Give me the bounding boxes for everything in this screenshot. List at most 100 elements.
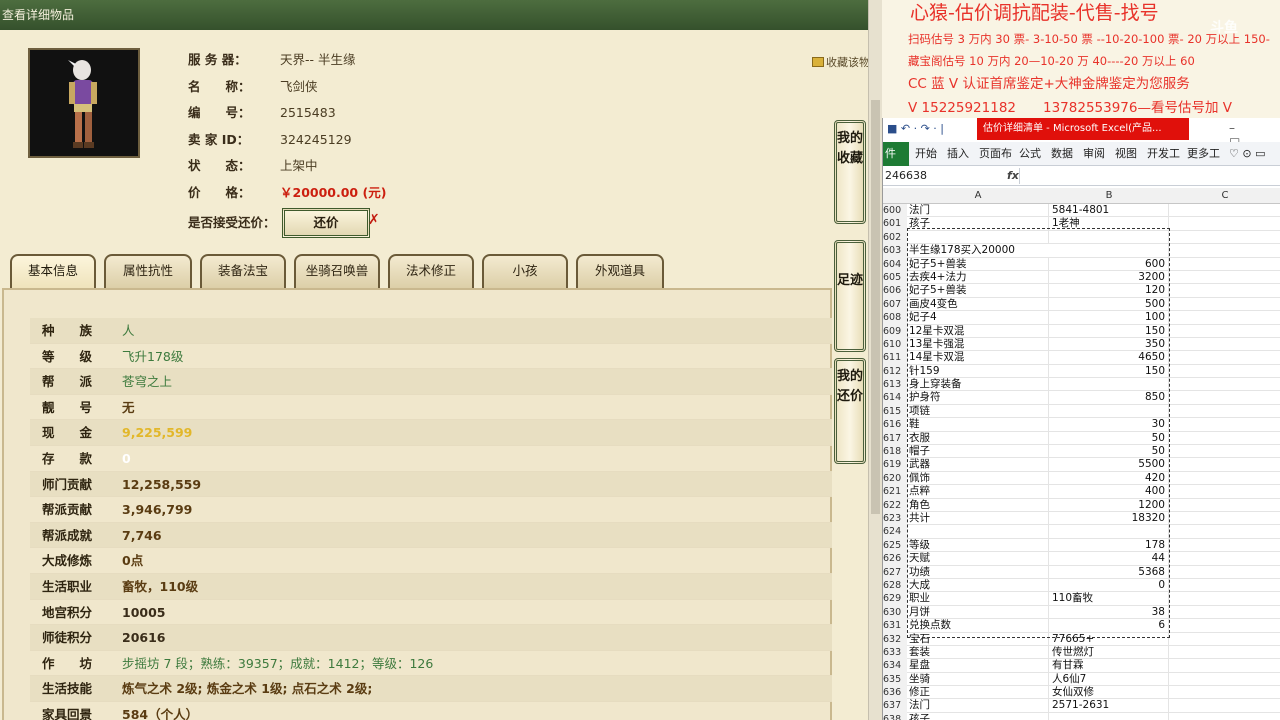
row-number[interactable]: 601 [883, 217, 907, 232]
cell-c[interactable] [1169, 566, 1280, 579]
spreadsheet-row[interactable]: 622 角色 1200 [883, 498, 1280, 513]
cell-a[interactable]: 修正 [907, 686, 1049, 700]
row-number[interactable]: 629 [883, 592, 907, 607]
ribbon-tab-more-tools[interactable]: 更多工 [1187, 142, 1220, 166]
cell-b[interactable]: 44 [1049, 552, 1169, 566]
footprint-button[interactable]: 足迹 [834, 240, 866, 352]
spreadsheet-row[interactable]: 629 职业 110畜牧 [883, 592, 1280, 607]
cell-c[interactable] [1169, 512, 1280, 526]
row-number[interactable]: 612 [883, 364, 907, 380]
spreadsheet-row[interactable]: 620 佩饰 420 [883, 471, 1280, 487]
spreadsheet-row[interactable]: 623 共计 18320 [883, 511, 1280, 527]
cell-b[interactable]: 420 [1049, 471, 1169, 486]
cell-a[interactable]: 佩饰 [907, 471, 1049, 486]
cell-c[interactable] [1169, 539, 1280, 553]
cell-a[interactable] [907, 525, 1049, 539]
cell-a[interactable]: 妃子5+兽装 [907, 257, 1049, 271]
spreadsheet-row[interactable]: 602 [883, 230, 1280, 246]
cell-b[interactable]: 4650 [1049, 351, 1169, 365]
column-header-b[interactable]: B [1049, 188, 1169, 204]
cell-c[interactable] [1169, 298, 1280, 312]
cell-c[interactable] [1169, 284, 1280, 298]
cell-b[interactable]: 传世燃灯 [1049, 645, 1169, 660]
row-number[interactable]: 625 [883, 538, 907, 554]
cell-a[interactable]: 孩子 [907, 712, 1049, 720]
cell-c[interactable] [1169, 271, 1280, 285]
tab-child[interactable]: 小孩 [482, 254, 568, 288]
column-header-c[interactable]: C [1169, 188, 1280, 204]
cell-a[interactable]: 坐骑 [907, 672, 1049, 687]
cell-b[interactable]: 5841-4801 [1049, 204, 1169, 218]
favorite-item-link[interactable]: 收藏该物 [812, 54, 868, 70]
row-number[interactable]: 602 [883, 230, 907, 246]
quick-access-toolbar[interactable]: ■ ↶ · ↷ · | [887, 122, 944, 135]
cell-c[interactable] [1169, 619, 1280, 633]
cell-b[interactable]: 0 [1049, 578, 1169, 593]
cell-c[interactable] [1169, 646, 1280, 660]
spreadsheet-row[interactable]: 609 12星卡双混 150 [883, 324, 1280, 339]
row-number[interactable]: 611 [883, 351, 907, 366]
cell-a[interactable]: 项链 [907, 404, 1049, 419]
spreadsheet-row[interactable]: 615 项链 [883, 404, 1280, 420]
cell-c[interactable] [1169, 405, 1280, 419]
cell-c[interactable] [1169, 485, 1280, 499]
spreadsheet-row[interactable]: 637 法门 2571-2631 [883, 699, 1280, 714]
row-number[interactable]: 606 [883, 284, 907, 299]
cell-a[interactable]: 武器 [907, 458, 1049, 472]
spreadsheet-row[interactable]: 600 法门 5841-4801 [883, 204, 1280, 219]
spreadsheet-row[interactable]: 603 半生缘178买入20000 [883, 244, 1280, 259]
cell-b[interactable]: 50 [1049, 431, 1169, 446]
spreadsheet-row[interactable]: 633 套装 传世燃灯 [883, 645, 1280, 661]
cell-c[interactable] [1169, 231, 1280, 245]
spreadsheet-row[interactable]: 632 宝石 77665+ [883, 632, 1280, 647]
spreadsheet-row[interactable]: 607 画皮4变色 500 [883, 297, 1280, 313]
cell-c[interactable] [1169, 244, 1280, 258]
spreadsheet-row[interactable]: 638 孩子 [883, 712, 1280, 720]
row-number[interactable]: 605 [883, 270, 907, 286]
cell-c[interactable] [1169, 325, 1280, 338]
ribbon-tab-review[interactable]: 审阅 [1083, 142, 1105, 166]
cell-a[interactable]: 针159 [907, 364, 1049, 379]
cell-b[interactable]: 110畜牧 [1049, 592, 1169, 606]
cell-c[interactable] [1169, 659, 1280, 673]
cell-a[interactable]: 身上穿装备 [907, 378, 1049, 392]
spreadsheet-row[interactable]: 606 妃子5+兽装 120 [883, 284, 1280, 299]
cell-a[interactable]: 宝石 [907, 632, 1049, 646]
cell-b[interactable]: 150 [1049, 364, 1169, 379]
row-number[interactable]: 633 [883, 645, 907, 661]
cell-b[interactable]: 400 [1049, 485, 1169, 499]
row-number[interactable]: 614 [883, 391, 907, 406]
document-scrollbar[interactable] [868, 0, 882, 720]
cell-a[interactable]: 功绩 [907, 565, 1049, 579]
row-number[interactable]: 619 [883, 458, 907, 473]
spreadsheet-row[interactable]: 626 天赋 44 [883, 552, 1280, 567]
cell-a[interactable]: 妃子5+兽装 [907, 284, 1049, 298]
spreadsheet-row[interactable]: 616 鞋 30 [883, 418, 1280, 433]
spreadsheet-row[interactable]: 608 妃子4 100 [883, 311, 1280, 326]
cell-a[interactable]: 角色 [907, 498, 1049, 512]
row-number[interactable]: 635 [883, 672, 907, 688]
cell-a[interactable]: 孩子 [907, 217, 1049, 231]
row-number[interactable]: 607 [883, 297, 907, 313]
cell-a[interactable]: 半生缘178买入20000 [907, 244, 1169, 258]
cell-b[interactable]: 人6仙7 [1049, 672, 1169, 687]
tab-spell-correction[interactable]: 法术修正 [388, 254, 474, 288]
cell-a[interactable]: 鞋 [907, 418, 1049, 432]
cell-a[interactable]: 13星卡强混 [907, 337, 1049, 352]
cell-b[interactable]: 77665+ [1049, 632, 1169, 646]
cell-b[interactable]: 有甘霖 [1049, 659, 1169, 673]
cell-a[interactable]: 14星卡双混 [907, 351, 1049, 365]
cell-b[interactable]: 850 [1049, 391, 1169, 405]
cell-b[interactable]: 1老神 [1049, 217, 1169, 231]
cell-c[interactable] [1169, 418, 1280, 432]
spreadsheet-row[interactable]: 618 帽子 50 [883, 445, 1280, 460]
bargain-button[interactable]: 还价 [282, 208, 370, 238]
row-number[interactable]: 615 [883, 404, 907, 420]
ribbon-tab-insert[interactable]: 插入 [947, 142, 969, 166]
cell-a[interactable]: 12星卡双混 [907, 324, 1049, 338]
ribbon-tab-data[interactable]: 数据 [1051, 142, 1073, 166]
cell-a[interactable]: 帽子 [907, 445, 1049, 459]
scrollbar-thumb[interactable] [871, 100, 880, 514]
cell-a[interactable]: 套装 [907, 645, 1049, 660]
cell-a[interactable]: 天赋 [907, 552, 1049, 566]
